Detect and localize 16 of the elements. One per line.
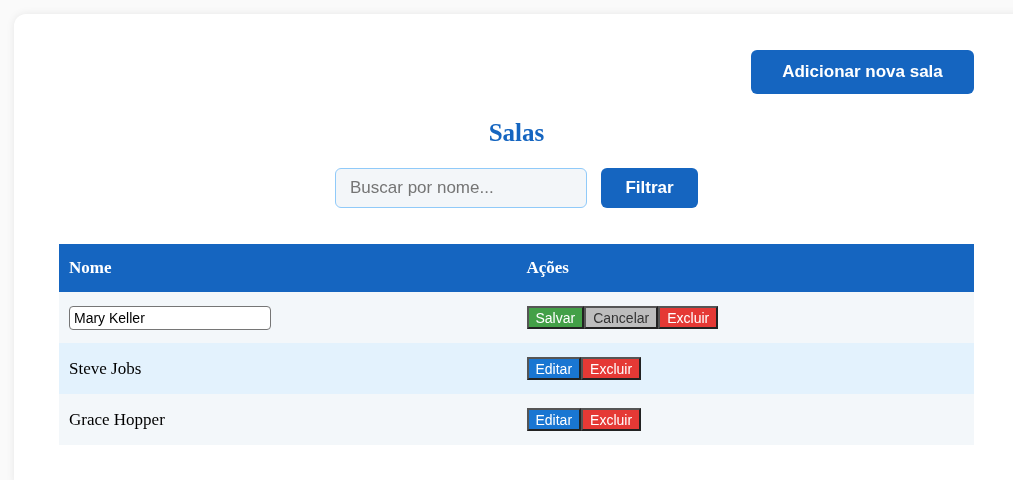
page-title: Salas — [488, 118, 545, 148]
filter-button[interactable]: Filtrar — [601, 168, 698, 208]
cancel-button[interactable]: Cancelar — [584, 306, 659, 329]
name-input-field[interactable]: Mary Keller — [69, 305, 271, 330]
room-name: Grace Hopper — [69, 409, 165, 429]
room-name: Steve Jobs — [69, 358, 142, 378]
delete-button[interactable]: Excluir — [581, 357, 642, 380]
delete-button[interactable]: Excluir — [581, 408, 642, 431]
add-room-button[interactable]: Adicionar nova sala — [751, 50, 974, 94]
save-button[interactable]: Salvar — [526, 306, 585, 329]
edit-button[interactable]: Editar — [526, 408, 582, 431]
delete-button[interactable]: Excluir — [658, 306, 719, 329]
search-field[interactable]: Buscar por nome... — [335, 168, 587, 208]
edit-button[interactable]: Editar — [526, 357, 582, 380]
column-header: Nome — [69, 258, 112, 278]
column-header: Ações — [526, 258, 569, 278]
